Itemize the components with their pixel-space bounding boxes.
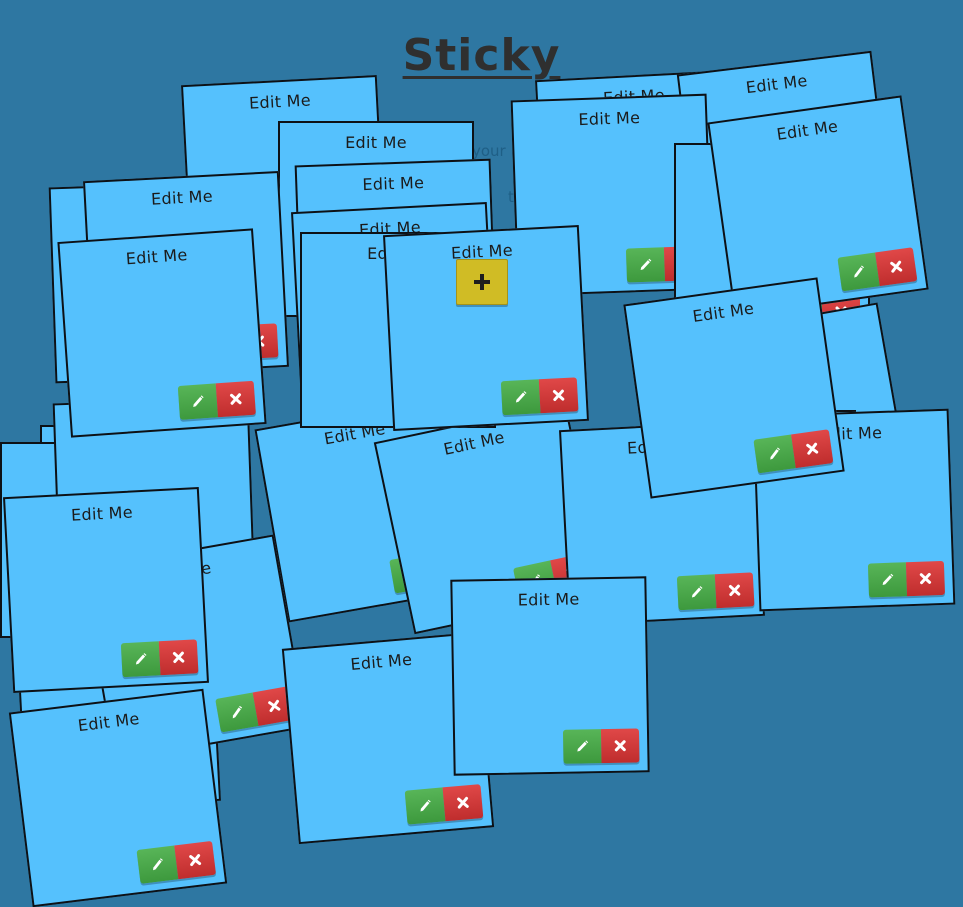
sticky-note[interactable]: Edit Me	[57, 228, 267, 438]
edit-note-button[interactable]	[177, 383, 219, 420]
delete-note-button[interactable]	[174, 840, 217, 880]
add-note-button[interactable]	[456, 259, 508, 305]
pencil-icon	[691, 586, 703, 598]
note-title[interactable]: Edit Me	[453, 588, 645, 610]
edit-note-button[interactable]	[625, 247, 666, 283]
plus-icon	[474, 274, 490, 290]
note-actions	[562, 728, 640, 764]
note-title[interactable]: Edit Me	[297, 171, 490, 197]
pencil-icon	[193, 395, 204, 408]
sticky-note[interactable]: Edit Me	[623, 277, 845, 499]
pencil-icon	[882, 573, 894, 586]
pencil-icon	[515, 391, 527, 403]
pencil-icon	[232, 705, 243, 719]
note-title[interactable]: Edit Me	[285, 644, 478, 680]
close-icon	[552, 389, 565, 401]
note-title[interactable]: Edit Me	[280, 133, 472, 152]
delete-note-button[interactable]	[215, 380, 256, 418]
note-actions	[215, 685, 296, 733]
close-icon	[268, 699, 281, 713]
close-icon	[806, 442, 819, 455]
delete-note-button[interactable]	[600, 728, 640, 764]
note-actions	[177, 380, 256, 420]
edit-note-button[interactable]	[120, 641, 161, 678]
sticky-note[interactable]: Edit Me	[3, 487, 209, 693]
pencil-icon	[153, 858, 163, 871]
pencil-icon	[577, 740, 589, 752]
close-icon	[230, 393, 242, 405]
sticky-note[interactable]: Edit Me	[8, 688, 228, 907]
note-actions	[753, 429, 834, 474]
note-actions	[676, 572, 755, 611]
edit-note-button[interactable]	[837, 252, 880, 292]
pencil-icon	[640, 258, 652, 271]
note-title[interactable]: Edit Me	[60, 241, 253, 273]
pencil-icon	[854, 265, 864, 278]
edit-note-button[interactable]	[676, 574, 717, 611]
close-icon	[890, 260, 903, 273]
close-icon	[172, 651, 185, 663]
delete-note-button[interactable]	[714, 572, 755, 609]
close-icon	[457, 796, 469, 809]
delete-note-button[interactable]	[538, 377, 579, 414]
close-icon	[614, 740, 626, 752]
note-title[interactable]: Edit Me	[627, 289, 820, 335]
edit-note-button[interactable]	[404, 787, 446, 825]
note-actions	[120, 639, 199, 678]
edit-note-button[interactable]	[500, 379, 541, 416]
sticky-note[interactable]: Edit Me	[450, 576, 650, 776]
edit-note-button[interactable]	[867, 562, 908, 598]
note-actions	[404, 784, 484, 825]
pencil-icon	[420, 799, 431, 812]
sticky-note[interactable]: Edit Me	[383, 225, 589, 431]
delete-note-button[interactable]	[791, 429, 834, 469]
delete-note-button[interactable]	[905, 560, 946, 597]
edit-note-button[interactable]	[136, 845, 179, 884]
close-icon	[189, 854, 202, 867]
note-title[interactable]: Edit Me	[6, 499, 199, 528]
note-actions	[837, 247, 918, 292]
edit-note-button[interactable]	[562, 729, 602, 764]
pencil-icon	[770, 447, 780, 460]
notes-board: Edit Me Edit Me Edit Me Edit Me Edit Me Edit …	[0, 0, 963, 907]
note-title[interactable]: Edit Me	[184, 87, 377, 116]
edit-note-button[interactable]	[215, 692, 259, 733]
close-icon	[728, 584, 741, 596]
pencil-icon	[135, 653, 147, 665]
note-title[interactable]: Edit Me	[513, 106, 706, 132]
note-title[interactable]: Edit Me	[86, 183, 279, 212]
note-title[interactable]: Edit Me	[680, 63, 873, 105]
delete-note-button[interactable]	[875, 247, 918, 287]
note-actions	[136, 840, 217, 884]
close-icon	[919, 572, 932, 585]
delete-note-button[interactable]	[158, 639, 199, 676]
note-actions	[867, 560, 946, 598]
edit-note-button[interactable]	[753, 434, 796, 474]
delete-note-button[interactable]	[442, 784, 484, 822]
note-actions	[500, 377, 579, 416]
